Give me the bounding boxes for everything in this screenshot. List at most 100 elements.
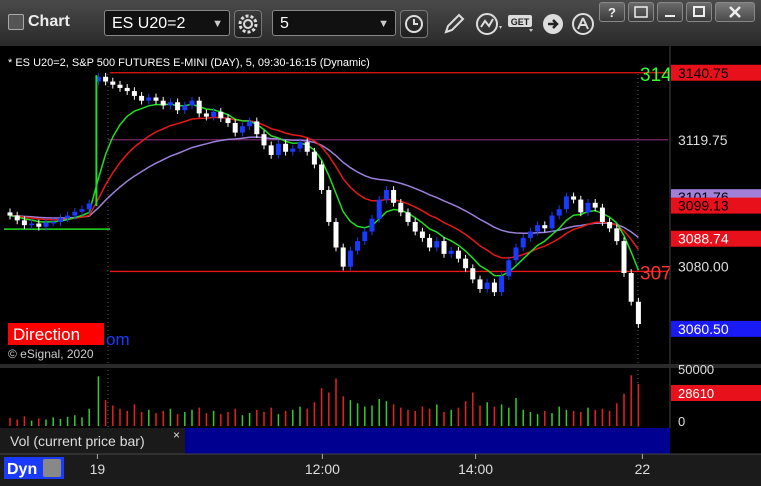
link-button[interactable]	[540, 11, 566, 37]
candle-28	[211, 111, 217, 117]
candle-19	[146, 97, 152, 101]
time-template-button[interactable]	[400, 10, 428, 38]
candle-35	[261, 134, 267, 146]
candle-87	[635, 301, 641, 325]
maximize-icon	[693, 6, 705, 17]
candle-23	[175, 102, 181, 111]
x-label-0: 19	[90, 461, 106, 477]
indicator-bar	[185, 428, 670, 454]
candle-8	[65, 215, 71, 219]
volume-last-value: 28610	[678, 386, 714, 401]
price-label-0: 3140.75	[678, 65, 729, 81]
candle-31	[232, 123, 238, 133]
candle-59	[434, 241, 440, 248]
pane-separator[interactable]	[0, 364, 761, 368]
alert-button[interactable]	[570, 11, 596, 37]
candle-10	[79, 209, 85, 212]
indicator-close-icon[interactable]: ×	[173, 428, 180, 442]
interval-input[interactable]: 5 ▼	[272, 10, 396, 36]
close-button[interactable]	[715, 2, 755, 22]
candle-74	[542, 225, 548, 229]
candle-53	[391, 190, 397, 203]
draw-tools-button[interactable]	[440, 10, 468, 38]
candle-44	[326, 190, 332, 222]
price-label-2: 3099.13	[678, 198, 729, 214]
volume-tick-bottom: 0	[678, 414, 685, 429]
candle-41	[304, 142, 310, 152]
candle-57	[419, 231, 425, 238]
studies-button[interactable]	[474, 10, 504, 38]
candle-63	[463, 258, 469, 269]
price-label-3: 3088.74	[678, 231, 729, 247]
settings-button[interactable]	[234, 10, 262, 38]
candle-61	[448, 250, 454, 254]
chart-area[interactable]: * ES U20=2, S&P 500 FUTURES E-MINI (DAY)…	[0, 46, 761, 481]
candle-51	[376, 199, 382, 219]
candle-15	[117, 84, 123, 88]
candle-40	[297, 142, 303, 149]
candle-1	[14, 215, 20, 221]
svg-text:GET: GET	[511, 17, 530, 27]
candle-24	[182, 105, 188, 111]
candle-67	[491, 282, 497, 293]
close-icon	[729, 6, 741, 18]
price-tick-1: 3080.00	[678, 259, 729, 275]
alert-icon	[572, 13, 594, 35]
candle-58	[427, 237, 433, 248]
candle-62	[455, 250, 461, 259]
candle-2	[21, 220, 27, 226]
price-chart[interactable]: * ES U20=2, S&P 500 FUTURES E-MINI (DAY)…	[0, 46, 761, 481]
candle-54	[398, 202, 404, 213]
candle-16	[124, 87, 130, 92]
candle-75	[549, 215, 555, 229]
candle-36	[268, 145, 274, 155]
candle-39	[290, 148, 296, 152]
candle-80	[585, 202, 591, 213]
x-label-3: 22	[635, 461, 651, 477]
candle-66	[484, 282, 490, 289]
candle-71	[520, 237, 526, 248]
candle-30	[225, 118, 231, 124]
help-button[interactable]: ?	[599, 2, 625, 22]
candle-3	[29, 223, 35, 226]
candle-70	[513, 247, 519, 261]
candle-13	[103, 76, 109, 82]
candle-68	[499, 276, 505, 293]
candle-29	[218, 111, 224, 119]
maximize-button[interactable]	[686, 2, 712, 22]
candle-7	[57, 218, 63, 222]
link-toggle-button[interactable]	[628, 2, 654, 22]
candle-65	[477, 279, 483, 289]
candle-77	[563, 196, 569, 210]
candle-4	[36, 223, 42, 227]
candle-49	[362, 231, 368, 242]
candle-26	[196, 100, 202, 114]
candle-6	[50, 221, 56, 224]
dyn-settings-icon	[43, 459, 61, 477]
candle-56	[412, 221, 418, 232]
candle-86	[628, 273, 634, 302]
candle-37	[275, 143, 281, 155]
chevron-down-icon: ▼	[212, 18, 223, 30]
candle-22	[167, 102, 173, 106]
candle-69	[506, 260, 512, 277]
candle-46	[340, 247, 346, 267]
candle-50	[369, 218, 375, 232]
question-icon: ?	[608, 5, 616, 20]
candle-52	[383, 190, 389, 200]
candle-48	[355, 241, 361, 251]
candle-83	[607, 221, 613, 229]
pencil-icon	[444, 13, 465, 34]
window-title: Chart	[28, 13, 70, 30]
minimize-button[interactable]	[657, 2, 683, 22]
get-button[interactable]: GET	[507, 12, 537, 36]
svg-text:?: ?	[608, 5, 616, 20]
candle-33	[247, 121, 253, 127]
direction-label: Direction	[13, 325, 80, 344]
clock-icon	[405, 15, 423, 33]
candle-18	[139, 95, 145, 101]
dyn-label: Dyn	[7, 461, 37, 478]
gear-icon	[238, 14, 258, 34]
symbol-input[interactable]: ES U20=2 ▼	[104, 10, 230, 36]
candle-20	[153, 97, 159, 101]
